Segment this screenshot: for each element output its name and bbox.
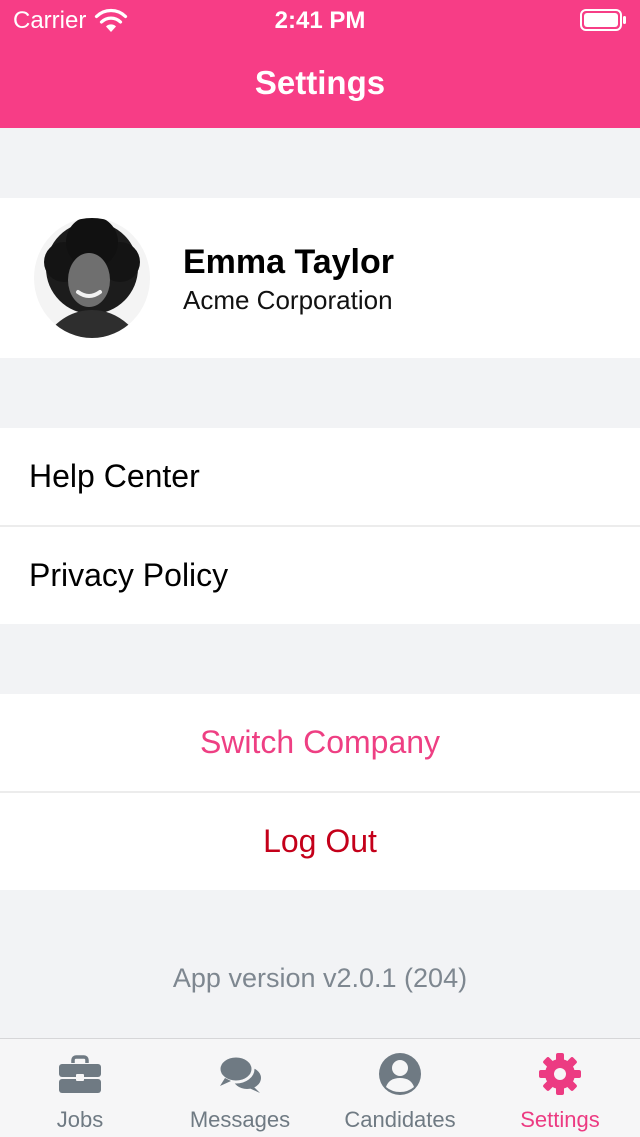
tab-settings-label: Settings: [520, 1107, 600, 1132]
chat-bubbles-icon: [217, 1054, 261, 1093]
tab-messages[interactable]: Messages: [160, 1039, 320, 1137]
tab-candidates-label: Candidates: [344, 1107, 456, 1132]
status-time: 2:41 PM: [274, 7, 366, 34]
help-center-row[interactable]: Help Center: [0, 428, 640, 525]
gear-icon: [539, 1053, 581, 1095]
battery-icon: [580, 9, 626, 31]
privacy-policy-label: Privacy Policy: [29, 557, 229, 593]
switch-company-button[interactable]: Switch Company: [0, 694, 640, 791]
privacy-policy-row[interactable]: Privacy Policy: [0, 527, 640, 624]
tab-jobs[interactable]: Jobs: [0, 1039, 160, 1137]
nav-header: Carrier 2:41 PM Settings: [0, 0, 640, 128]
status-bar: Carrier 2:41 PM: [0, 0, 640, 40]
profile-name: Emma Taylor: [183, 243, 395, 281]
tab-settings[interactable]: Settings: [480, 1039, 640, 1137]
tab-messages-label: Messages: [189, 1107, 291, 1132]
avatar: [34, 218, 150, 338]
log-out-label: Log Out: [263, 823, 377, 859]
page-title: Settings: [254, 64, 386, 101]
user-circle-icon: [379, 1053, 421, 1095]
avatar-photo: [34, 218, 150, 338]
tab-bar: Jobs Messages Candidates Settings: [0, 1038, 640, 1137]
log-out-button[interactable]: Log Out: [0, 793, 640, 890]
help-center-label: Help Center: [29, 458, 200, 494]
app-version: App version v2.0.1 (204): [172, 963, 468, 993]
profile-company: Acme Corporation: [183, 285, 393, 315]
tab-candidates[interactable]: Candidates: [320, 1039, 480, 1137]
switch-company-label: Switch Company: [199, 724, 441, 760]
tab-jobs-label: Jobs: [56, 1107, 104, 1132]
briefcase-icon: [59, 1055, 101, 1093]
